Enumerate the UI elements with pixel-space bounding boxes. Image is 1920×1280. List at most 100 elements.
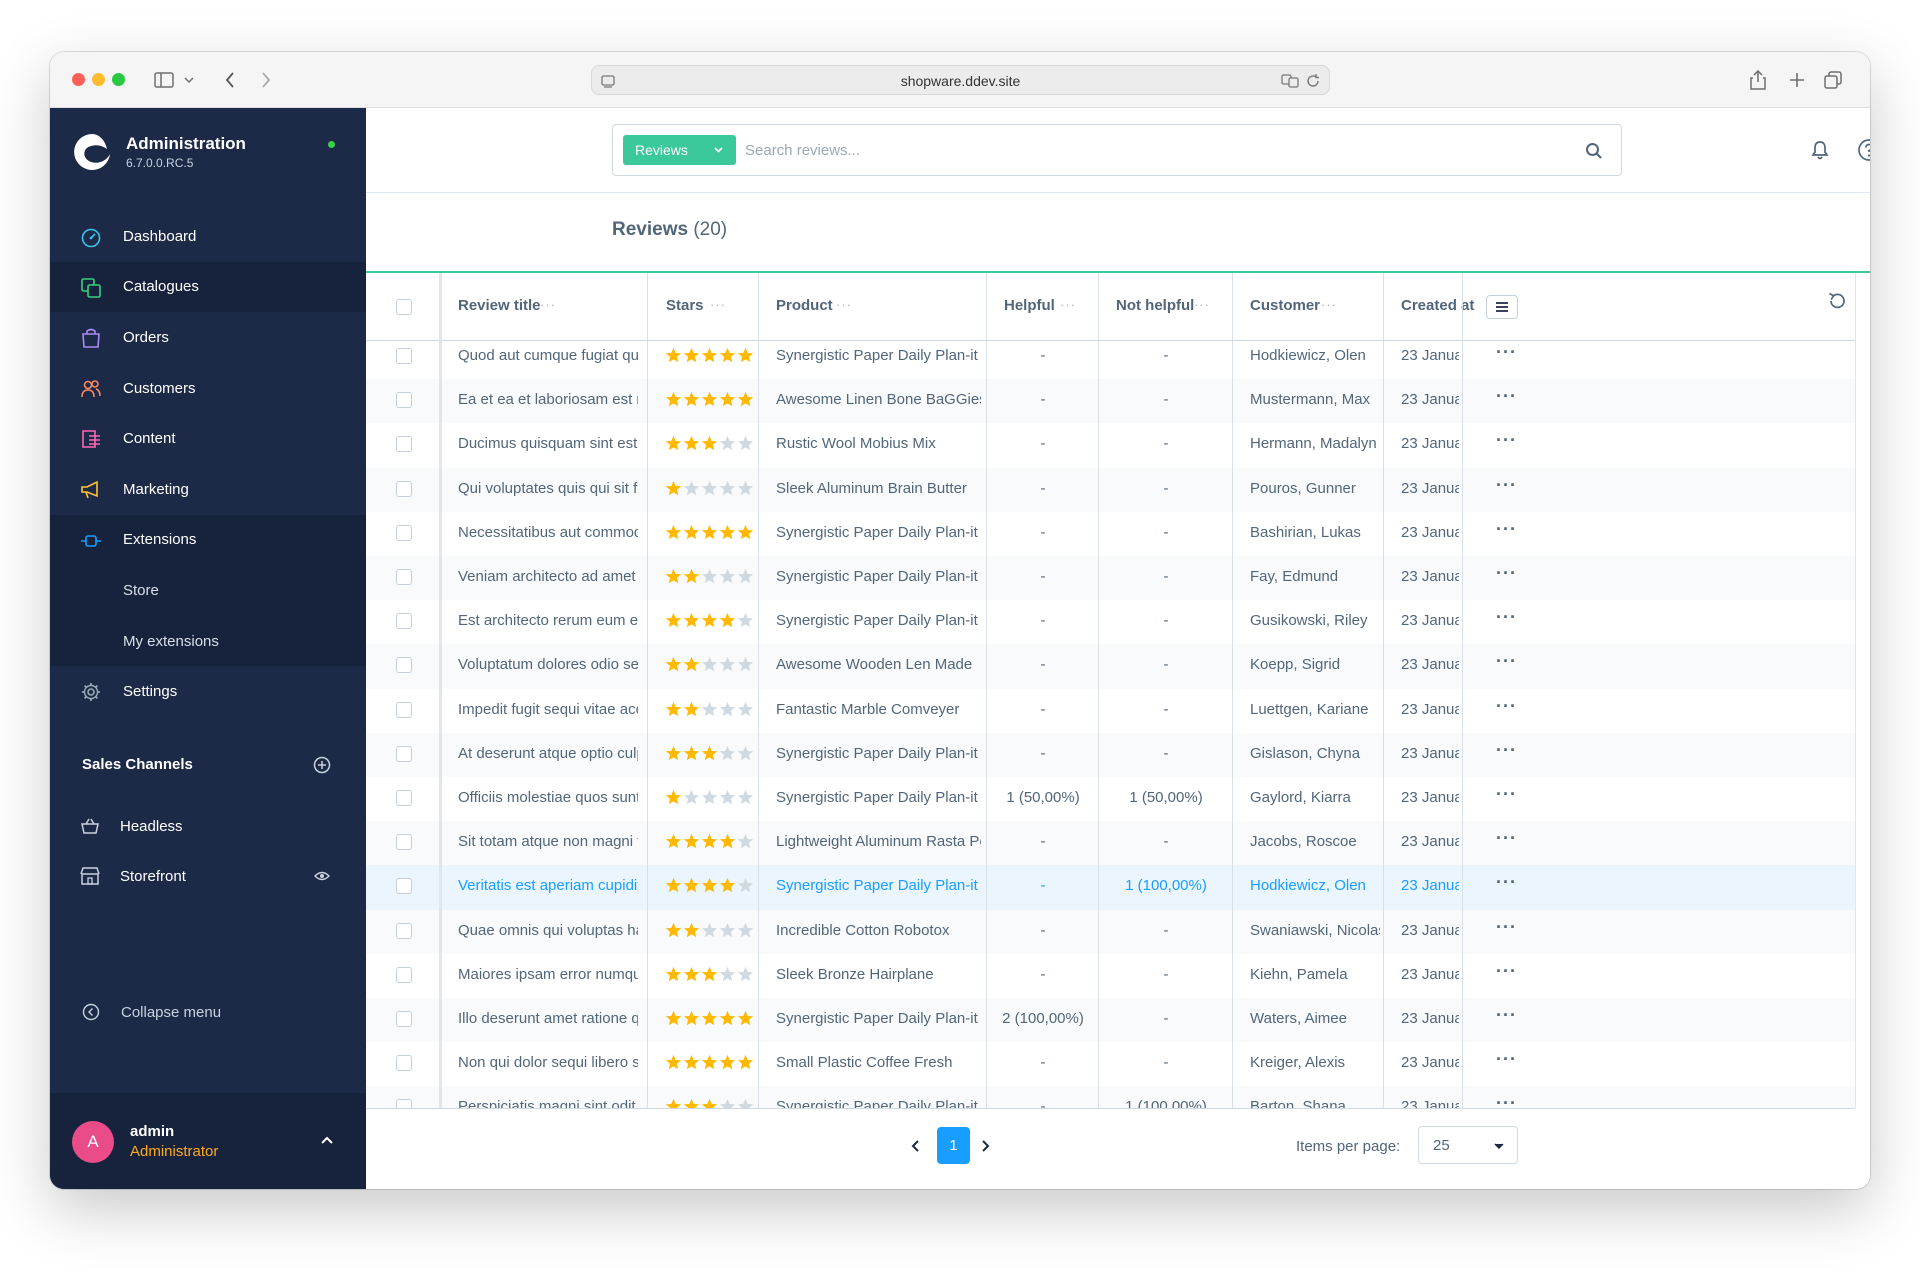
eye-icon[interactable]	[314, 869, 330, 883]
product-link[interactable]: Synergistic Paper Daily Plan-it	[776, 745, 981, 762]
review-title-link[interactable]: Impedit fugit sequi vitae accus	[458, 701, 638, 718]
product-link[interactable]: Incredible Cotton Robotox	[776, 922, 981, 939]
row-checkbox[interactable]	[396, 745, 412, 762]
table-row[interactable]: Perspiciatis magni sint odit po: Synergis…	[366, 1086, 1855, 1108]
review-title-link[interactable]: Quae omnis qui voluptas harur	[458, 922, 638, 939]
review-title-link[interactable]: Veniam architecto ad amet dol	[458, 568, 638, 585]
review-title-link[interactable]: Sit totam atque non magni fug	[458, 833, 638, 850]
product-link[interactable]: Fantastic Marble Comveyer	[776, 701, 981, 718]
sidebar-toggle-icon[interactable]	[152, 68, 176, 92]
row-checkbox[interactable]	[396, 1099, 412, 1108]
row-checkbox[interactable]	[396, 524, 412, 541]
forward-icon[interactable]	[256, 68, 276, 92]
review-title-link[interactable]: Necessitatibus aut commodi o	[458, 524, 638, 541]
sidebar-item-content[interactable]: Content	[50, 413, 366, 464]
customer-link[interactable]: Bashirian, Lukas	[1250, 524, 1380, 541]
column-menu-button[interactable]: ···	[836, 297, 852, 312]
column-header-customer[interactable]: Customer	[1250, 297, 1320, 314]
sidebar-item-settings[interactable]: Settings	[50, 666, 366, 717]
customer-link[interactable]: Gislason, Chyna	[1250, 745, 1380, 762]
translate-icon[interactable]	[1281, 73, 1299, 89]
row-checkbox[interactable]	[396, 966, 412, 983]
table-row[interactable]: Necessitatibus aut commodi o Synergistic …	[366, 512, 1855, 556]
table-row[interactable]: Quae omnis qui voluptas harur Incredible …	[366, 909, 1855, 954]
collapse-menu-button[interactable]: Collapse menu	[50, 992, 366, 1032]
customer-link[interactable]: Barton, Shana	[1250, 1098, 1380, 1108]
product-link[interactable]: Sleek Aluminum Brain Butter	[776, 480, 981, 497]
table-row[interactable]: Qui voluptates quis qui sit fugi Sleek Al…	[366, 467, 1855, 512]
product-link[interactable]: Awesome Wooden Len Made	[776, 656, 981, 673]
sidebar-item-store[interactable]: Store	[50, 565, 366, 616]
table-row[interactable]: Ducimus quisquam sint est sae Rustic Wool…	[366, 423, 1855, 467]
review-title-link[interactable]: Ducimus quisquam sint est sae	[458, 435, 638, 452]
row-actions-button[interactable]: ···	[1496, 607, 1517, 628]
column-header-review-title[interactable]: Review title	[458, 297, 541, 314]
back-icon[interactable]	[220, 68, 240, 92]
column-menu-button[interactable]: ···	[1194, 297, 1210, 312]
sidebar-item-orders[interactable]: Orders	[50, 312, 366, 363]
customer-link[interactable]: Hermann, Madalyn	[1250, 435, 1380, 452]
user-menu[interactable]: A admin Administrator	[50, 1093, 366, 1189]
sidebar-item-marketing[interactable]: Marketing	[50, 464, 366, 515]
table-row[interactable]: Non qui dolor sequi libero susc Small Pla…	[366, 1042, 1855, 1086]
row-actions-button[interactable]: ···	[1496, 740, 1517, 761]
row-checkbox[interactable]	[396, 657, 412, 674]
row-actions-button[interactable]: ···	[1496, 917, 1517, 938]
row-checkbox[interactable]	[396, 480, 412, 497]
row-checkbox[interactable]	[396, 834, 412, 851]
customer-link[interactable]: Kreiger, Alexis	[1250, 1054, 1380, 1071]
review-title-link[interactable]: Qui voluptates quis qui sit fugi	[458, 480, 638, 497]
row-checkbox[interactable]	[396, 878, 412, 895]
review-title-link[interactable]: Est architecto rerum eum et.	[458, 612, 638, 629]
review-title-link[interactable]: Perspiciatis magni sint odit po:	[458, 1098, 638, 1108]
product-link[interactable]: Synergistic Paper Daily Plan-it	[776, 568, 981, 585]
table-row[interactable]: Est architecto rerum eum et. Synergistic …	[366, 600, 1855, 644]
grid-settings-button[interactable]	[1486, 295, 1518, 319]
table-row[interactable]: Ea et ea et laboriosam est max Awesome Li…	[366, 379, 1855, 424]
customer-link[interactable]: Pouros, Gunner	[1250, 480, 1380, 497]
chevron-up-icon[interactable]	[320, 1133, 334, 1147]
row-checkbox[interactable]	[396, 613, 412, 630]
row-checkbox[interactable]	[396, 1055, 412, 1072]
product-link[interactable]: Synergistic Paper Daily Plan-it	[776, 877, 981, 894]
share-icon[interactable]	[1747, 68, 1769, 92]
table-row[interactable]: At deserunt atque optio culpa Synergistic…	[366, 732, 1855, 777]
row-checkbox[interactable]	[396, 1011, 412, 1027]
column-menu-button[interactable]: ···	[540, 297, 556, 312]
column-menu-button[interactable]: ···	[1060, 297, 1076, 312]
review-title-link[interactable]: Non qui dolor sequi libero susc	[458, 1054, 638, 1071]
search-input[interactable]	[745, 136, 1545, 164]
row-checkbox[interactable]	[396, 569, 412, 585]
review-title-link[interactable]: Officiis molestiae quos sunt es	[458, 789, 638, 806]
product-link[interactable]: Synergistic Paper Daily Plan-it	[776, 612, 981, 629]
column-header-stars[interactable]: Stars	[666, 297, 704, 314]
product-link[interactable]: Lightweight Aluminum Rasta Pops	[776, 833, 981, 850]
chevron-down-icon[interactable]	[183, 68, 195, 92]
items-per-page-select[interactable]: 25	[1418, 1126, 1518, 1164]
page-button-current[interactable]: 1	[937, 1127, 970, 1164]
add-sales-channel-icon[interactable]	[313, 756, 331, 774]
review-title-link[interactable]: Quod aut cumque fugiat quia.	[458, 347, 638, 364]
table-row[interactable]: Veritatis est aperiam cupiditat Synergist…	[366, 865, 1855, 910]
row-actions-button[interactable]: ···	[1496, 1093, 1517, 1108]
table-row[interactable]: Officiis molestiae quos sunt es Synergist…	[366, 777, 1855, 821]
column-header-product[interactable]: Product	[776, 297, 833, 314]
product-link[interactable]: Synergistic Paper Daily Plan-it	[776, 1098, 981, 1108]
review-title-link[interactable]: Ea et ea et laboriosam est max	[458, 391, 638, 408]
column-menu-button[interactable]: ···	[710, 297, 726, 312]
table-row[interactable]: Quod aut cumque fugiat quia. Synergistic …	[366, 335, 1855, 379]
next-page-button[interactable]	[978, 1139, 992, 1153]
close-window-button[interactable]	[72, 73, 85, 86]
row-actions-button[interactable]: ···	[1496, 828, 1517, 849]
address-bar[interactable]: shopware.ddev.site	[591, 65, 1330, 95]
minimize-window-button[interactable]	[92, 73, 105, 86]
row-checkbox[interactable]	[396, 436, 412, 453]
review-title-link[interactable]: Illo deserunt amet ratione quo	[458, 1010, 638, 1027]
customer-link[interactable]: Swaniawski, Nicolas	[1250, 922, 1380, 939]
column-header-helpful[interactable]: Helpful	[1004, 297, 1055, 314]
sidebar-item-customers[interactable]: Customers	[50, 363, 366, 414]
column-menu-button[interactable]: ···	[1321, 297, 1337, 312]
search-icon[interactable]	[1585, 142, 1603, 160]
row-checkbox[interactable]	[396, 790, 412, 806]
sidebar-item-dashboard[interactable]: Dashboard	[50, 211, 366, 262]
